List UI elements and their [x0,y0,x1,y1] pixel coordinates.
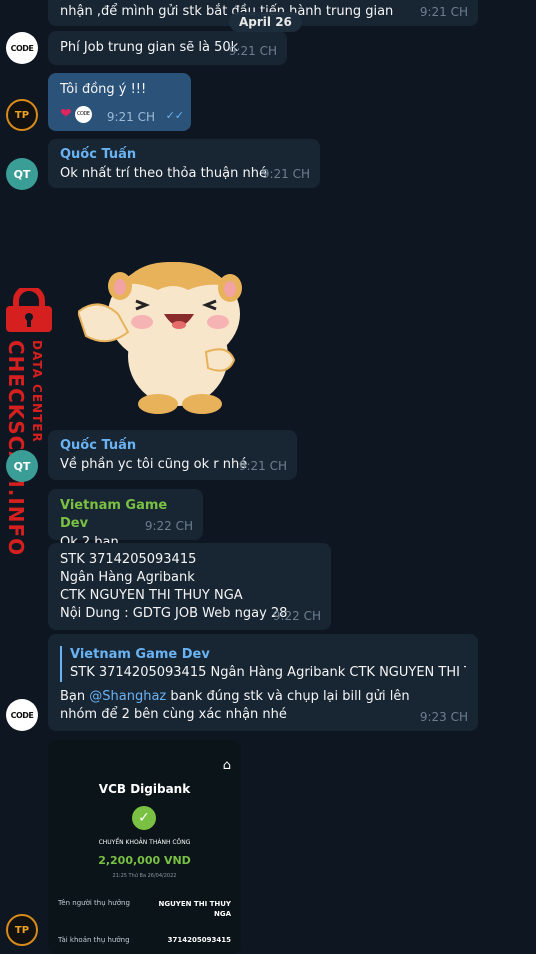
check-circle-icon: ✓ [132,806,156,830]
home-icon: ⌂ [222,758,231,773]
watermark-title: CHECKSCAM.INFO [4,340,28,557]
avatar[interactable]: CODE [6,699,38,731]
receipt-row-label: Tên người thụ hưởng [58,899,130,907]
avatar[interactable]: TP [6,99,38,131]
message-text: Tôi đồng ý !!! [60,82,147,97]
receipt-datetime: 21:25 Thứ Ba 26/04/2022 [112,873,177,879]
reply-sender: Vietnam Game Dev [70,647,210,662]
message-time: 9:23 CH [419,710,468,724]
hamster-sticker[interactable] [78,256,262,416]
avatar[interactable]: CODE [6,32,38,64]
message-text: Bạn @Shanghaz bank đúng stk và chụp lại … [60,689,410,722]
receipt-status: CHUYỂN KHOẢN THÀNH CÔNG [98,839,191,846]
sender-name[interactable]: Quốc Tuấn [60,437,285,455]
message-time: 9:21 CH [228,44,277,58]
message-line: STK 3714205093415 [60,552,197,567]
receipt-brand: VCB Digibank [98,782,191,796]
mention-link[interactable]: @Shanghaz [89,689,166,704]
avatar[interactable]: QT [6,450,38,482]
message-line: Ngân Hàng Agribank [60,570,195,585]
reactions[interactable]: ❤ CODE [60,105,92,123]
message-time: 9:21 CH [419,5,468,19]
message-time: 9:22 CH [144,519,193,533]
message-text: Về phần yc tôi cũng ok r nhé [60,457,248,472]
message-line: CTK NGUYEN THI THUY NGA [60,588,243,603]
message-text: nhận ,để mình gửi stk bắt đầu tiến hành … [60,4,394,19]
reply-text: STK 3714205093415 Ngân Hàng Agribank CTK… [70,665,466,680]
receipt-amount: 2,200,000 VND [98,854,191,867]
message-time: 9:21 CH [238,459,287,473]
message-time: 9:22 CH [272,609,321,623]
double-check-icon: ✓✓ [165,109,184,122]
watermark-subtitle: DATA CENTER [30,340,44,443]
message-text: Ok nhất trí theo thỏa thuận nhé [60,166,267,181]
receipt-photo[interactable]: ⌂ VCB Digibank ✓ CHUYỂN KHOẢN THÀNH CÔNG… [48,740,241,954]
reaction-avatar: CODE [74,105,92,123]
avatar[interactable]: QT [6,158,38,190]
message-bubble[interactable]: STK 3714205093415 Ngân Hàng Agribank CTK… [48,543,331,630]
message-bubble-outgoing[interactable]: Tôi đồng ý !!! ❤ CODE 9:21 CH ✓✓ [48,73,191,131]
message-bubble[interactable]: Quốc Tuấn Về phần yc tôi cũng ok r nhé 9… [48,430,297,480]
date-label: April 26 [229,12,302,32]
message-bubble[interactable]: Vietnam Game Dev STK 3714205093415 Ngân … [48,634,478,731]
receipt-row-value: NGUYEN THI THUY NGA [158,900,232,918]
lock-icon [6,288,52,332]
message-bubble[interactable]: Quốc Tuấn Ok nhất trí theo thỏa thuận nh… [48,139,320,188]
message-bubble[interactable]: Vietnam Game Dev Ok 2 bạn 9:22 CH [48,489,203,550]
message-time: 9:21 CH [261,167,310,181]
heart-icon: ❤ [60,106,72,122]
receipt-row-value: 3714205093415 [167,936,231,944]
sender-name[interactable]: Quốc Tuấn [60,146,308,164]
receipt-row-label: Tài khoản thụ hưởng [58,936,130,944]
reply-quote[interactable]: Vietnam Game Dev STK 3714205093415 Ngân … [60,646,466,682]
avatar[interactable]: TP [6,914,38,946]
message-time: 9:21 CH [106,110,155,124]
message-bubble[interactable]: Phí Job trung gian sẽ là 50k 9:21 CH [48,31,287,65]
message-text: Phí Job trung gian sẽ là 50k [60,40,239,55]
